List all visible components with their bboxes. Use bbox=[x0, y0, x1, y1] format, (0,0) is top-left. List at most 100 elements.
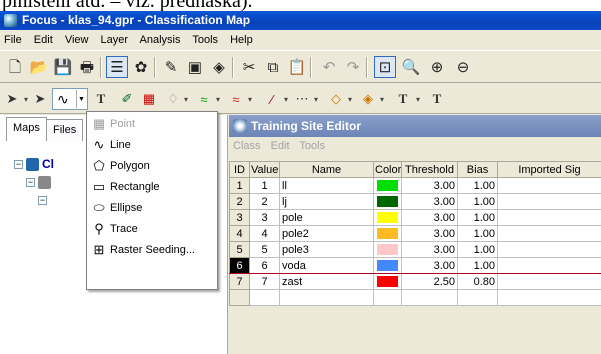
cell-imported-sig[interactable] bbox=[497, 225, 601, 242]
cell-name[interactable]: zast bbox=[279, 273, 374, 290]
cell-threshold[interactable]: 3.00 bbox=[401, 193, 458, 210]
color-swatch[interactable] bbox=[377, 180, 398, 191]
cell-id[interactable]: 5 bbox=[229, 241, 250, 258]
pointer-icon[interactable]: ➤ bbox=[32, 89, 48, 109]
cell-threshold[interactable]: 2.50 bbox=[401, 273, 458, 290]
draw-icon[interactable]: ✎ bbox=[160, 56, 182, 78]
editor-titlebar[interactable]: Training Site Editor bbox=[229, 115, 601, 137]
menu-edit[interactable]: Edit bbox=[271, 140, 290, 152]
cell-bias[interactable]: 1.00 bbox=[457, 209, 498, 226]
column-header-bias[interactable]: Bias bbox=[457, 161, 498, 178]
collapse-icon[interactable]: − bbox=[26, 177, 35, 187]
tree-grandchild[interactable]: − bbox=[38, 191, 50, 209]
save-icon[interactable]: 💾 bbox=[52, 56, 74, 78]
cell-imported-sig[interactable] bbox=[497, 241, 601, 258]
cell-bias[interactable]: 1.00 bbox=[457, 177, 498, 194]
color-swatch[interactable] bbox=[377, 212, 398, 223]
column-header-id[interactable]: ID bbox=[229, 161, 250, 178]
tab-maps[interactable]: Maps bbox=[6, 117, 47, 141]
cell-value[interactable]: 4 bbox=[249, 225, 280, 242]
cell-imported-sig[interactable] bbox=[497, 257, 601, 274]
cell-name[interactable]: voda bbox=[279, 257, 374, 274]
menu-analysis[interactable]: Analysis bbox=[140, 34, 181, 46]
zoom-in-icon[interactable]: ⊕ bbox=[426, 56, 448, 78]
print-icon[interactable]: 🖶 bbox=[76, 56, 98, 78]
chevron-down-icon[interactable]: ▾ bbox=[378, 89, 386, 109]
cell-id[interactable]: 1 bbox=[229, 177, 250, 194]
menu-class[interactable]: Class bbox=[233, 140, 261, 152]
zoom-out-icon[interactable]: ⊖ bbox=[452, 56, 474, 78]
color-swatch[interactable] bbox=[377, 196, 398, 207]
cell-imported-sig[interactable] bbox=[497, 209, 601, 226]
cell-value[interactable]: 5 bbox=[249, 241, 280, 258]
cell-threshold[interactable]: 3.00 bbox=[401, 209, 458, 226]
cell-color[interactable] bbox=[373, 257, 402, 274]
cell-id[interactable]: 7 bbox=[229, 273, 250, 290]
menu-view[interactable]: View bbox=[65, 34, 89, 46]
cell-id[interactable]: 2 bbox=[229, 193, 250, 210]
chevron-down-icon[interactable]: ▾ bbox=[312, 89, 320, 109]
cell-threshold[interactable]: 3.00 bbox=[401, 225, 458, 242]
cell-id[interactable]: 4 bbox=[229, 225, 250, 242]
zoom-icon[interactable]: 🔍 bbox=[400, 56, 422, 78]
menu-item-raster-seeding[interactable]: ⊞ Raster Seeding... bbox=[87, 239, 217, 260]
menu-item-ellipse[interactable]: ⬭ Ellipse bbox=[87, 197, 217, 218]
tab-files[interactable]: Files bbox=[46, 119, 84, 141]
cell-bias[interactable]: 1.00 bbox=[457, 257, 498, 274]
line-style-icon[interactable]: ≈ bbox=[194, 89, 214, 109]
new-icon[interactable]: 🗋 bbox=[4, 56, 26, 78]
collapse-icon[interactable]: − bbox=[38, 195, 47, 205]
line-pattern-icon[interactable]: ≈ bbox=[226, 89, 246, 109]
cell-threshold[interactable]: 3.00 bbox=[401, 241, 458, 258]
menu-item-polygon[interactable]: ⬠ Polygon bbox=[87, 155, 217, 176]
cell-imported-sig[interactable] bbox=[497, 177, 601, 194]
cell-color[interactable] bbox=[373, 209, 402, 226]
cell-imported-sig[interactable] bbox=[497, 273, 601, 290]
fill-pattern-icon[interactable]: ◈ bbox=[358, 89, 378, 109]
cell-color[interactable] bbox=[373, 193, 402, 210]
square-icon[interactable]: ▣ bbox=[184, 56, 206, 78]
color-swatch[interactable] bbox=[377, 244, 398, 255]
window-titlebar[interactable]: Focus - klas_94.gpr - Classification Map bbox=[0, 11, 601, 30]
menu-tools[interactable]: Tools bbox=[299, 140, 325, 152]
cell-bias[interactable]: 1.00 bbox=[457, 225, 498, 242]
chevron-down-icon[interactable]: ▾ bbox=[414, 89, 422, 109]
cell-id[interactable]: 6 bbox=[229, 257, 250, 274]
cell-value[interactable]: 3 bbox=[249, 209, 280, 226]
fill-bucket-icon[interactable]: ♢ bbox=[164, 89, 182, 109]
font-tool2-icon[interactable]: T bbox=[428, 89, 446, 109]
menu-help[interactable]: Help bbox=[230, 34, 253, 46]
cell-name[interactable]: ll bbox=[279, 177, 374, 194]
column-header-imported-sig[interactable]: Imported Sig bbox=[497, 161, 601, 178]
cut-icon[interactable]: ✂ bbox=[238, 56, 260, 78]
line-width-icon[interactable]: ⋯ bbox=[292, 89, 312, 109]
table-row[interactable]: 1 1 ll 3.00 1.00 bbox=[229, 177, 601, 194]
cell-value[interactable]: 7 bbox=[249, 273, 280, 290]
chevron-down-icon[interactable]: ▾ bbox=[22, 89, 30, 109]
layer-list-icon[interactable]: ☰ bbox=[106, 56, 128, 78]
cell-name[interactable]: pole3 bbox=[279, 241, 374, 258]
chevron-down-icon[interactable]: ▾ bbox=[182, 89, 190, 109]
undo-icon[interactable]: ↶ bbox=[318, 56, 340, 78]
collapse-icon[interactable]: − bbox=[14, 159, 23, 169]
cell-threshold[interactable]: 3.00 bbox=[401, 257, 458, 274]
column-header-color[interactable]: Color bbox=[373, 161, 402, 178]
menu-layer[interactable]: Layer bbox=[101, 34, 129, 46]
tree-root[interactable]: − Cl bbox=[14, 155, 54, 173]
chevron-down-icon[interactable]: ▾ bbox=[282, 89, 290, 109]
color-swatch[interactable] bbox=[377, 260, 398, 271]
cell-imported-sig[interactable] bbox=[497, 193, 601, 210]
cell-value[interactable]: 2 bbox=[249, 193, 280, 210]
text-tool-icon[interactable]: T bbox=[92, 89, 110, 109]
redo-icon[interactable]: ↷ bbox=[342, 56, 364, 78]
paint-icon[interactable]: ✿ bbox=[130, 56, 152, 78]
open-icon[interactable]: 📂 bbox=[28, 56, 50, 78]
cell-color[interactable] bbox=[373, 273, 402, 290]
cell-color[interactable] bbox=[373, 225, 402, 242]
cell-color[interactable] bbox=[373, 241, 402, 258]
menu-tools[interactable]: Tools bbox=[192, 34, 218, 46]
menu-edit[interactable]: Edit bbox=[34, 34, 53, 46]
column-header-threshold[interactable]: Threshold bbox=[401, 161, 458, 178]
menu-item-trace[interactable]: ⚲ Trace bbox=[87, 218, 217, 239]
color-swatch[interactable] bbox=[377, 276, 398, 287]
